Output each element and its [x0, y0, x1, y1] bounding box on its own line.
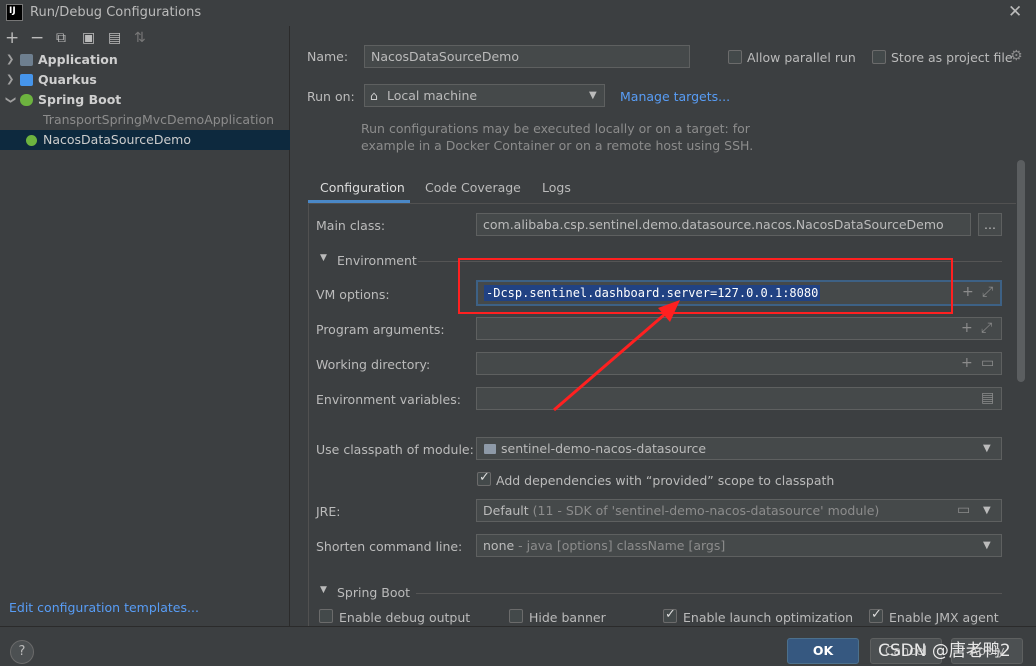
hide-banner-checkbox[interactable] — [509, 609, 523, 623]
enable-jmx-checkbox[interactable] — [869, 607, 883, 623]
tree-item-label: Spring Boot — [38, 92, 122, 107]
allow-parallel-checkbox[interactable] — [728, 50, 742, 64]
edit-templates-link[interactable]: Edit configuration templates... — [9, 600, 199, 615]
expand-icon[interactable]: ⤢ — [981, 318, 992, 339]
classpath-label: Use classpath of module: — [316, 442, 474, 457]
tree-item-label: TransportSpringMvcDemoApplication — [43, 112, 275, 127]
help-button[interactable]: ? — [10, 640, 34, 664]
plus-icon[interactable]: + — [962, 284, 974, 300]
expand-icon[interactable]: ⤢ — [982, 284, 993, 300]
folder-add-icon[interactable]: ▤ — [108, 29, 121, 47]
tree-toolbar: + − ⧉ ▣ ▤ ⇅ — [0, 26, 290, 50]
enable-launch-checkbox[interactable] — [663, 607, 677, 623]
tree-item-nacos-demo[interactable]: NacosDataSourceDemo — [0, 130, 290, 150]
run-on-value: Local machine — [387, 88, 478, 103]
name-input[interactable]: NacosDataSourceDemo — [364, 45, 690, 68]
manage-targets-link[interactable]: Manage targets... — [620, 89, 730, 104]
environment-section-title[interactable]: Environment — [337, 253, 417, 268]
enable-launch-label: Enable launch optimization — [683, 610, 854, 625]
store-project-checkbox[interactable] — [872, 50, 886, 64]
jre-value: Default — [483, 503, 529, 518]
save-icon[interactable]: ▣ — [82, 29, 95, 47]
chevron-down-icon: ▼ — [983, 540, 991, 551]
close-icon[interactable]: ✕ — [1008, 2, 1022, 22]
jre-detail: (11 - SDK of 'sentinel-demo-nacos-dataso… — [532, 503, 880, 518]
classpath-dropdown[interactable]: sentinel-demo-nacos-datasource ▼ — [476, 437, 1002, 460]
application-icon — [20, 54, 33, 66]
intellij-logo-icon: IJ — [6, 4, 23, 21]
spring-boot-section-title[interactable]: Spring Boot — [337, 585, 410, 600]
remove-icon[interactable]: − — [30, 29, 44, 47]
tree-item-spring-boot[interactable]: ❯ Spring Boot — [0, 90, 290, 110]
shorten-label: Shorten command line: — [316, 539, 463, 554]
add-deps-checkbox[interactable] — [477, 470, 491, 486]
chevron-down-icon: ❯ — [5, 95, 17, 105]
collapse-triangle-icon[interactable]: ▼ — [320, 253, 327, 263]
chevron-down-icon: ▼ — [983, 443, 991, 454]
window-title: Run/Debug Configurations — [30, 5, 202, 20]
gear-icon[interactable]: ⚙ — [1010, 48, 1023, 64]
run-on-dropdown[interactable]: ⌂ Local machine ▼ — [364, 84, 605, 107]
module-icon — [484, 444, 496, 454]
spring-boot-divider — [416, 593, 1002, 594]
hide-banner-label: Hide banner — [529, 610, 606, 625]
allow-parallel-label: Allow parallel run — [747, 50, 856, 65]
spring-boot-icon — [20, 94, 33, 106]
enable-jmx-label: Enable JMX agent — [889, 610, 999, 625]
tab-logs[interactable]: Logs — [542, 180, 571, 195]
quarkus-icon — [20, 74, 33, 86]
add-icon[interactable]: + — [5, 29, 19, 47]
main-class-label: Main class: — [316, 218, 386, 233]
main-class-input[interactable]: com.alibaba.csp.sentinel.demo.datasource… — [476, 213, 971, 236]
chevron-right-icon: ❯ — [6, 54, 15, 65]
document-icon[interactable]: ▤ — [981, 388, 994, 409]
jre-dropdown[interactable]: Default (11 - SDK of 'sentinel-demo-naco… — [476, 499, 1002, 522]
copy-icon[interactable]: ⧉ — [56, 29, 66, 47]
chevron-down-icon: ▼ — [983, 505, 991, 516]
chevron-down-icon: ▼ — [589, 90, 597, 101]
sort-icon[interactable]: ⇅ — [134, 29, 146, 47]
enable-debug-checkbox[interactable] — [319, 609, 333, 623]
env-vars-label: Environment variables: — [316, 392, 461, 407]
tree-item-label: Quarkus — [38, 72, 97, 87]
plus-icon[interactable]: + — [961, 353, 973, 374]
shorten-value: none — [483, 538, 515, 553]
shorten-dropdown[interactable]: none - java [options] className [args] ▼ — [476, 534, 1002, 557]
csdn-watermark: CSDN @唐老鸭2 — [878, 641, 1011, 661]
add-deps-label: Add dependencies with “provided” scope t… — [496, 473, 835, 488]
tree-item-transport-app[interactable]: TransportSpringMvcDemoApplication — [0, 110, 290, 130]
spring-boot-icon — [26, 135, 37, 146]
enable-debug-label: Enable debug output — [339, 610, 471, 625]
chevron-right-icon: ❯ — [6, 74, 15, 85]
tree-item-quarkus[interactable]: ❯ Quarkus — [0, 70, 290, 90]
home-icon: ⌂ — [370, 88, 378, 103]
tab-configuration[interactable]: Configuration — [320, 180, 405, 195]
name-label: Name: — [307, 49, 349, 64]
collapse-triangle-icon[interactable]: ▼ — [320, 585, 327, 595]
browse-button[interactable]: ... — [978, 213, 1002, 236]
run-on-info-line1: Run configurations may be executed local… — [361, 121, 750, 136]
run-on-info-line2: example in a Docker Container or on a re… — [361, 138, 754, 153]
tree-item-label: Application — [38, 52, 118, 67]
ok-button[interactable]: OK — [787, 638, 859, 664]
annotation-red-box — [458, 258, 953, 314]
tab-code-coverage[interactable]: Code Coverage — [425, 180, 521, 195]
run-on-label: Run on: — [307, 89, 355, 104]
shorten-detail: - java [options] className [args] — [518, 538, 726, 553]
store-project-label: Store as project file — [891, 50, 1013, 65]
vm-options-label: VM options: — [316, 287, 390, 302]
classpath-value: sentinel-demo-nacos-datasource — [501, 441, 707, 456]
scrollbar[interactable] — [1017, 160, 1025, 382]
plus-icon[interactable]: + — [961, 318, 973, 339]
tree-item-application[interactable]: ❯ Application — [0, 50, 290, 70]
working-dir-label: Working directory: — [316, 357, 431, 372]
folder-icon[interactable]: ▭ — [981, 353, 994, 374]
program-args-label: Program arguments: — [316, 322, 445, 337]
jre-label: JRE: — [316, 504, 341, 519]
folder-icon[interactable]: ▭ — [957, 500, 970, 521]
annotation-arrow-icon — [553, 300, 680, 412]
tree-item-label: NacosDataSourceDemo — [43, 132, 191, 147]
